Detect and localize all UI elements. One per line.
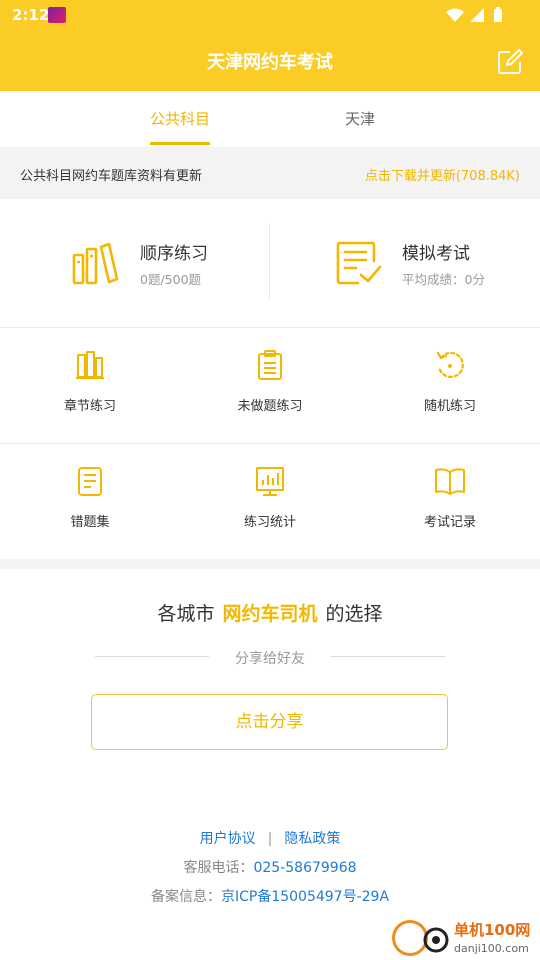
edit-icon[interactable] [496,48,524,76]
tab-public-subject[interactable]: 公共科目 [120,91,240,147]
divider [331,656,445,657]
status-bar: 2:12 [0,0,540,30]
record-info: 备案信息：京ICP备15005497号-29A [0,886,540,906]
slogan-suffix: 的选择 [325,603,383,625]
unanswered-practice-button[interactable]: 未做题练习 [180,327,360,443]
slogan-highlight: 网约车司机 [222,603,318,625]
grid-item-label: 章节练习 [63,399,116,414]
system-status-icons [446,7,502,22]
grid-item-label: 练习统计 [243,515,296,530]
mock-exam-score: 平均成绩：0分 [402,272,485,287]
sequential-practice-title: 顺序练习 [140,244,208,264]
share-slogan: 各城市 网约车司机 的选择 [0,599,540,626]
wrong-questions-button[interactable]: 错题集 [0,443,180,559]
mock-exam-title: 模拟考试 [402,244,470,264]
random-practice-button[interactable]: 随机练习 [360,327,540,443]
open-book-icon [435,468,465,495]
user-agreement-link[interactable]: 用户协议 [200,831,256,847]
sequential-practice-progress: 0题/500题 [140,272,202,287]
watermark-name: 单机100网 [454,921,531,939]
page-title: 天津网约车考试 [207,52,333,73]
record-label: 备案信息： [150,889,221,905]
sequential-practice-button[interactable]: 顺序练习 0题/500题 [0,199,270,327]
footer-links: 用户协议 | 隐私政策 [0,828,540,848]
update-notice-text: 公共科目网约车题库资料有更新 [20,169,203,184]
exam-check-icon [336,241,382,285]
slogan-prefix: 各城市 [157,603,215,625]
exam-records-button[interactable]: 考试记录 [360,443,540,559]
share-subtitle: 分享给好友 [235,651,305,667]
active-tab-indicator [150,142,210,145]
tab-label: 天津 [344,110,375,128]
practice-statistics-button[interactable]: 练习统计 [180,443,360,559]
share-section: 各城市 网约车司机 的选择 分享给好友 点击分享 用户协议 | 隐私政策 客服电话：02… [0,569,540,960]
refresh-icon [436,351,464,378]
clipboard-list-icon [258,350,282,380]
privacy-policy-link[interactable]: 隐私政策 [284,831,340,847]
mock-exam-button[interactable]: 模拟考试 平均成绩：0分 [270,199,540,327]
status-time: 2:12 [12,6,50,24]
phone-label: 客服电话： [183,860,254,876]
watermark: 单机100网 danji100.com [392,916,540,960]
notification-app-icon [48,7,66,23]
download-update-link[interactable]: 点击下载并更新(708.84K) [365,165,520,184]
grid-item-label: 未做题练习 [237,399,303,414]
app-header: 2:12 天津网约车考试 [0,0,540,91]
update-notice: 公共科目网约车题库资料有更新 点击下载并更新(708.84K) [0,148,540,198]
books-icon [76,351,104,379]
watermark-logo-icon [423,927,449,953]
notebook-icon [78,467,102,496]
watermark-url: danji100.com [454,942,529,955]
chapter-practice-button[interactable]: 章节练习 [0,327,180,443]
grid-item-label: 错题集 [70,515,110,530]
record-number-link[interactable]: 京ICP备15005497号-29A [221,889,389,905]
subject-tabs: 公共科目 天津 [0,91,540,147]
tab-tianjin[interactable]: 天津 [300,91,420,147]
share-button[interactable]: 点击分享 [91,694,448,750]
service-phone: 客服电话：025-58679968 [0,857,540,877]
tab-label: 公共科目 [149,110,210,128]
practice-card: 顺序练习 0题/500题 模拟考试 平均成绩：0分 章节练习 未做题练习 随机练… [0,199,540,559]
phone-number-link[interactable]: 025-58679968 [253,860,356,876]
grid-item-label: 随机练习 [423,399,476,414]
books-icon [72,242,119,285]
link-separator: | [267,831,273,847]
bar-chart-icon [256,467,284,496]
grid-item-label: 考试记录 [423,515,476,530]
